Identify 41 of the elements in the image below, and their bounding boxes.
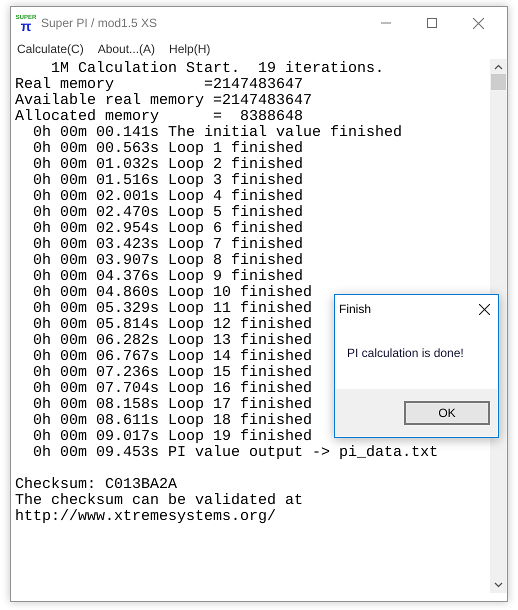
log-line: 0h 00m 02.954s Loop 6 finished [32, 221, 304, 237]
log-line: 0h 00m 04.860s Loop 10 finished [32, 285, 312, 301]
log-line: 0h 00m 03.423s Loop 7 finished [32, 237, 304, 253]
log-line: 0h 00m 01.516s Loop 3 finished [32, 173, 304, 189]
close-icon [472, 18, 484, 28]
log-line: 0h 00m 00.141s The initial value finished [32, 125, 402, 141]
log-line: 0h 00m 08.158s Loop 17 finished [32, 397, 312, 413]
maximize-icon [427, 18, 437, 28]
log-line: 0h 00m 05.814s Loop 12 finished [32, 317, 312, 333]
scroll-down-icon[interactable] [494, 582, 503, 588]
dialog-message: PI calculation is done! [347, 346, 464, 360]
result-line: The checksum can be validated at [15, 493, 304, 509]
log-line: 0h 00m 01.032s Loop 2 finished [32, 157, 304, 173]
log-line: 0h 00m 02.470s Loop 5 finished [32, 205, 304, 221]
log-line: 0h 00m 06.282s Loop 13 finished [32, 333, 312, 349]
log-line: 0h 00m 03.907s Loop 8 finished [32, 253, 304, 269]
result-line: http://www.xtremesystems.org/ [15, 509, 276, 525]
menu-item[interactable]: Calculate(C) [17, 40, 84, 58]
ok-button[interactable]: OK [404, 401, 490, 425]
log-line: 0h 00m 09.017s Loop 19 finished [32, 429, 312, 445]
log-line: 0h 00m 04.376s Loop 9 finished [32, 269, 304, 285]
log-line: 0h 00m 07.704s Loop 16 finished [32, 381, 312, 397]
log-line: 0h 00m 09.453s PI value output -> pi_data.txt [32, 445, 438, 461]
log-line: Real memory =2147483647 [15, 77, 304, 93]
log-line: 0h 00m 08.611s Loop 18 finished [32, 413, 312, 429]
scroll-thumb[interactable] [491, 74, 506, 90]
dialog-title: Finish [339, 301, 372, 318]
log-line: 0h 00m 00.563s Loop 1 finished [32, 141, 304, 157]
log-line: 0h 00m 02.001s Loop 4 finished [32, 189, 304, 205]
log-line: 0h 00m 06.767s Loop 14 finished [32, 349, 312, 365]
log-line: Allocated memory = 8388648 [15, 109, 304, 125]
scroll-up-icon[interactable] [494, 64, 503, 70]
log-line: 0h 00m 07.236s Loop 15 finished [32, 365, 312, 381]
window-title: Super PI / mod1.5 XS [41, 15, 158, 32]
log-line: 0h 00m 05.329s Loop 11 finished [32, 301, 312, 317]
log-line: 1M Calculation Start. 19 iterations. [50, 61, 384, 77]
log-line: Available real memory =2147483647 [15, 93, 312, 109]
menu-item[interactable]: Help(H) [169, 40, 210, 58]
menu-item[interactable]: About...(A) [98, 40, 156, 58]
result-line: Checksum: C013BA2A [15, 477, 178, 493]
close-icon [478, 304, 490, 314]
